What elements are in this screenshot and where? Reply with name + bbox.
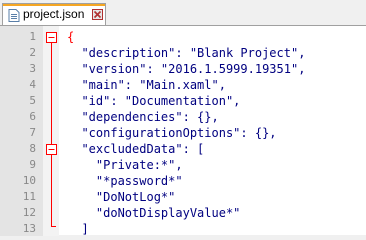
code-line: "description": "Blank Project", bbox=[81, 46, 306, 60]
close-icon[interactable] bbox=[92, 9, 103, 20]
line-number: 10 bbox=[22, 174, 36, 187]
code-line: "id": "Documentation", bbox=[81, 94, 241, 108]
code-line: "excludedData": [ bbox=[81, 142, 205, 156]
code-line: "doNotDisplayValue*" bbox=[95, 206, 241, 220]
active-tab-indicator bbox=[3, 4, 105, 6]
line-number: 3 bbox=[29, 62, 36, 75]
code-line: ] bbox=[81, 222, 89, 236]
line-number: 1 bbox=[29, 30, 36, 43]
line-number: 8 bbox=[29, 142, 36, 155]
code-line: "version": "2016.1.5999.19351", bbox=[81, 62, 306, 76]
line-number: 6 bbox=[29, 110, 36, 123]
fold-markers bbox=[46, 32, 57, 227]
tab-bar: project.json bbox=[0, 0, 366, 25]
file-icon bbox=[8, 9, 20, 22]
code-line: "*password*" bbox=[95, 174, 183, 188]
line-number: 7 bbox=[29, 126, 36, 139]
line-number: 9 bbox=[29, 158, 36, 171]
code-line: "DoNotLog*" bbox=[95, 190, 176, 204]
tab-label: project.json bbox=[23, 7, 85, 21]
code-line: "Private:*", bbox=[95, 158, 183, 172]
line-number: 4 bbox=[29, 78, 36, 91]
code-editor[interactable]: 1 2 3 4 5 6 7 8 9 10 11 12 13 { "descrip… bbox=[0, 25, 366, 236]
code-line: { bbox=[67, 30, 75, 44]
line-number: 11 bbox=[22, 190, 36, 203]
line-number: 12 bbox=[22, 206, 36, 219]
code-line: "main": "Main.xaml", bbox=[81, 78, 226, 92]
line-number: 2 bbox=[29, 46, 36, 59]
line-number: 13 bbox=[22, 222, 36, 235]
line-number: 5 bbox=[29, 94, 36, 107]
tab-project-json[interactable]: project.json bbox=[2, 3, 106, 25]
code-line: "dependencies": {}, bbox=[81, 110, 219, 124]
code-line: "configurationOptions": {}, bbox=[81, 126, 277, 140]
